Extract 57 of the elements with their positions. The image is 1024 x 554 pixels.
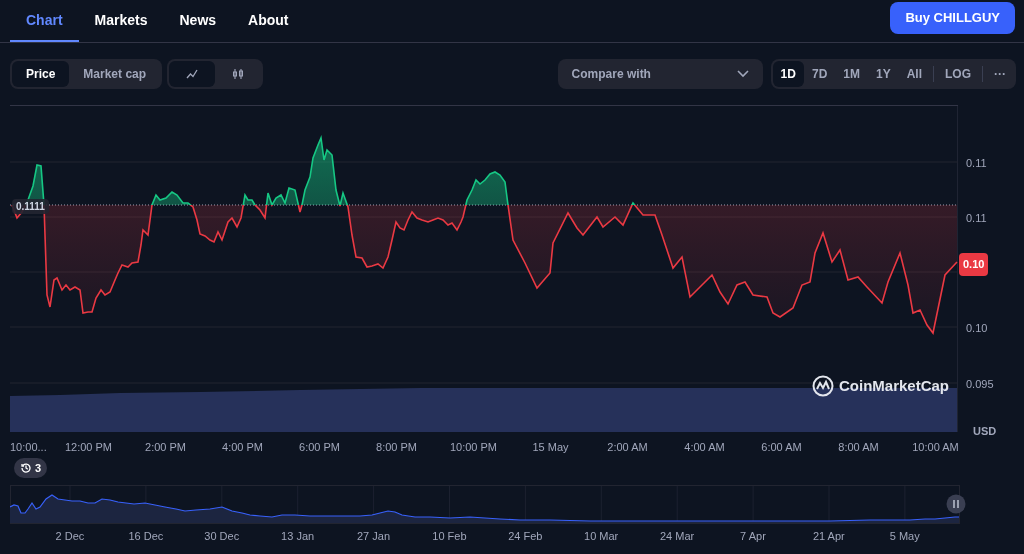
navigator-date: 7 Apr (740, 529, 766, 544)
navigator-date: 10 Feb (432, 529, 467, 544)
nav-tab[interactable]: About (232, 0, 305, 42)
x-axis-label: 4:00 PM (222, 440, 263, 455)
y-axis-label: 0.095 (966, 377, 994, 392)
navigator-date: 24 Feb (508, 529, 543, 544)
range-tab[interactable]: All (898, 61, 930, 87)
navigator-date: 10 Mar (584, 529, 619, 544)
history-badge[interactable]: 3 (14, 458, 48, 478)
range-tab[interactable]: 1Y (867, 61, 899, 87)
x-axis-label: 10:00 PM (449, 440, 498, 455)
history-icon (20, 462, 32, 474)
x-axis-label: 10:00 AM (912, 440, 959, 455)
x-axis-label: 12:00 PM (64, 440, 113, 455)
y-axis-label: 0.10 (966, 321, 988, 336)
navigator-date: 30 Dec (204, 529, 240, 544)
x-axis-label: 4:00 AM (684, 440, 725, 455)
navigator-date: 24 Mar (659, 529, 695, 544)
x-axis-label: 6:00 AM (761, 440, 802, 455)
logo-icon (812, 375, 834, 398)
range-tab[interactable]: 1D (772, 61, 804, 87)
line-chart-icon (186, 69, 199, 79)
candlestick-icon (232, 68, 245, 80)
x-axis-label: 6:00 PM (299, 440, 340, 455)
nav-tab[interactable]: Markets (78, 0, 164, 42)
current-price-badge: 0.10 (959, 253, 989, 276)
reference-price-label: 0.1111 (12, 199, 49, 214)
logo-text: CoinMarketCap (839, 376, 950, 396)
y-axis-label: 0.11 (966, 156, 987, 171)
range-tab[interactable]: 7D (803, 61, 836, 87)
x-axis-label: 10:00... (10, 440, 47, 455)
x-axis-label: 15 May (532, 440, 569, 455)
log-button[interactable]: LOG (937, 61, 979, 87)
navigator-date: 5 May (889, 529, 920, 544)
navigator-date: 2 Dec (55, 529, 85, 544)
navigator-date: 16 Dec (128, 529, 164, 544)
more-button[interactable]: ··· (986, 61, 1014, 87)
range-tab[interactable]: 1M (835, 61, 868, 87)
chevron-down-icon (736, 70, 749, 78)
y-axis-label: 0.11 (966, 211, 987, 226)
nav-tab[interactable]: Chart (10, 0, 79, 42)
x-axis-label: 2:00 PM (145, 440, 186, 455)
navigator-date: 13 Jan (281, 529, 315, 544)
navigator-date: 21 Apr (812, 529, 845, 544)
x-axis-label: 2:00 AM (607, 440, 648, 455)
pause-handle-icon[interactable] (946, 494, 966, 514)
metric-tab[interactable]: Price (12, 61, 70, 87)
buy-button[interactable]: Buy CHILLGUY (890, 1, 1015, 34)
nav-tab[interactable]: News (163, 0, 233, 42)
x-axis-label: 8:00 AM (838, 440, 879, 455)
compare-dropdown[interactable]: Compare with (557, 59, 763, 89)
x-axis-label: 8:00 PM (376, 440, 417, 455)
navigator-date: 27 Jan (357, 529, 390, 544)
dropdown-placeholder: Compare with (571, 66, 651, 83)
metric-tab[interactable]: Market cap (69, 61, 161, 87)
history-count: 3 (35, 460, 42, 476)
currency-label: USD (973, 424, 997, 439)
